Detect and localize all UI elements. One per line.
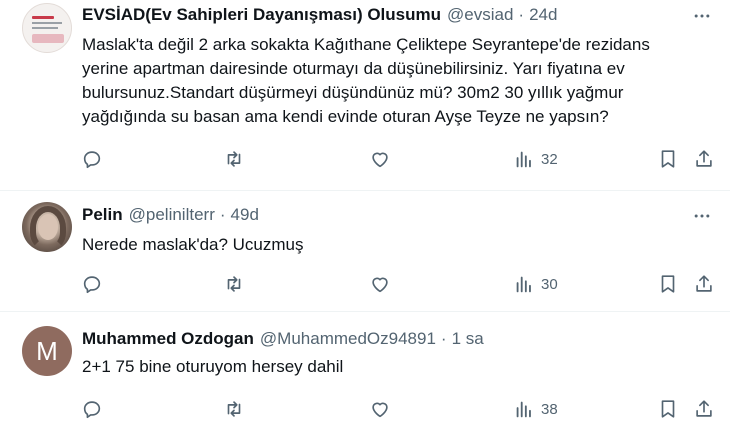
tweet-3[interactable]: M Muhammed Ozdogan @MuhammedOz94891 · 1 … <box>0 312 730 420</box>
share-button[interactable] <box>693 271 715 297</box>
views-count: 38 <box>541 400 558 418</box>
author-handle[interactable]: @pelinilterr <box>129 205 215 225</box>
action-bar: 32 <box>0 146 730 172</box>
reply-icon <box>83 401 101 419</box>
bookmark-icon <box>661 275 675 293</box>
tweet-text-line: yerine apartman dairesinde oturmayı da d… <box>82 59 625 78</box>
tweet-header: Muhammed Ozdogan @MuhammedOz94891 · 1 sa <box>82 328 484 350</box>
retweet-button[interactable] <box>223 396 245 422</box>
like-button[interactable] <box>369 146 391 172</box>
timestamp[interactable]: 1 sa <box>452 329 484 349</box>
action-bar: 30 <box>0 271 730 297</box>
avatar[interactable]: M <box>22 326 72 376</box>
author-name[interactable]: EVSİAD(Ev Sahipleri Dayanışması) Olusumu <box>82 5 441 25</box>
reply-button[interactable] <box>81 396 103 422</box>
tweet-text-line: Maslak'ta değil 2 arka sokakta Kağıthane… <box>82 35 650 54</box>
more-dots-icon <box>694 214 710 218</box>
reply-icon <box>83 151 101 169</box>
avatar-initial: M <box>36 335 58 366</box>
tweet-2[interactable]: Pelin @pelinilterr · 49d Nerede maslak'd… <box>0 191 730 311</box>
bookmark-button[interactable] <box>657 271 679 297</box>
author-handle[interactable]: @evsiad <box>447 5 513 25</box>
tweet-text: 2+1 75 bine oturuyom hersey dahil <box>82 355 712 379</box>
tweet-text: Maslak'ta değil 2 arka sokakta Kağıthane… <box>82 33 712 129</box>
tweet-text-line: yağdığında su basan ama kendi evinde otu… <box>82 107 609 126</box>
retweet-button[interactable] <box>223 146 245 172</box>
tweet-text: Nerede maslak'da? Ucuzmuş <box>82 233 712 257</box>
share-icon <box>696 275 712 292</box>
bookmark-button[interactable] <box>657 396 679 422</box>
retweet-button[interactable] <box>223 271 245 297</box>
separator-dot: · <box>518 5 525 24</box>
retweet-icon <box>227 151 241 167</box>
more-options-button[interactable] <box>688 6 716 26</box>
retweet-icon <box>227 401 241 417</box>
timestamp[interactable]: 49d <box>231 205 259 225</box>
avatar[interactable] <box>22 202 72 252</box>
views-chart-icon <box>516 276 531 293</box>
reply-button[interactable] <box>81 271 103 297</box>
share-button[interactable] <box>693 146 715 172</box>
reply-button[interactable] <box>81 146 103 172</box>
share-button[interactable] <box>693 396 715 422</box>
tweet-header: Pelin @pelinilterr · 49d <box>82 204 259 226</box>
avatar[interactable] <box>22 3 72 53</box>
views-count: 32 <box>541 150 558 168</box>
author-name[interactable]: Muhammed Ozdogan <box>82 329 254 349</box>
action-bar: 38 <box>0 396 730 422</box>
separator-dot: · <box>219 205 226 224</box>
tweet-text-line: bulursunuz.Standart düşürmeyi düşündünüz… <box>82 83 624 102</box>
retweet-icon <box>227 276 241 292</box>
like-heart-icon <box>372 402 388 418</box>
views-button[interactable]: 38 <box>513 396 558 422</box>
tweet-text-line: Nerede maslak'da? Ucuzmuş <box>82 235 304 254</box>
tweet-text-line: 2+1 75 bine oturuyom hersey dahil <box>82 357 344 376</box>
author-handle[interactable]: @MuhammedOz94891 <box>260 329 436 349</box>
like-heart-icon <box>372 277 388 293</box>
more-options-button[interactable] <box>688 206 716 226</box>
like-button[interactable] <box>369 271 391 297</box>
share-icon <box>696 150 712 167</box>
bookmark-button[interactable] <box>657 146 679 172</box>
views-chart-icon <box>516 401 531 418</box>
author-name[interactable]: Pelin <box>82 205 123 225</box>
views-chart-icon <box>516 151 531 168</box>
tweet-1[interactable]: EVSİAD(Ev Sahipleri Dayanışması) Olusumu… <box>0 0 730 195</box>
views-count: 30 <box>541 275 558 293</box>
more-dots-icon <box>694 14 710 18</box>
share-icon <box>696 400 712 417</box>
like-heart-icon <box>372 152 388 168</box>
bookmark-icon <box>661 150 675 168</box>
reply-icon <box>83 276 101 294</box>
like-button[interactable] <box>369 396 391 422</box>
views-button[interactable]: 32 <box>513 146 558 172</box>
separator-dot: · <box>440 329 447 348</box>
tweet-header: EVSİAD(Ev Sahipleri Dayanışması) Olusumu… <box>82 4 557 26</box>
timestamp[interactable]: 24d <box>529 5 557 25</box>
bookmark-icon <box>661 400 675 418</box>
views-button[interactable]: 30 <box>513 271 558 297</box>
